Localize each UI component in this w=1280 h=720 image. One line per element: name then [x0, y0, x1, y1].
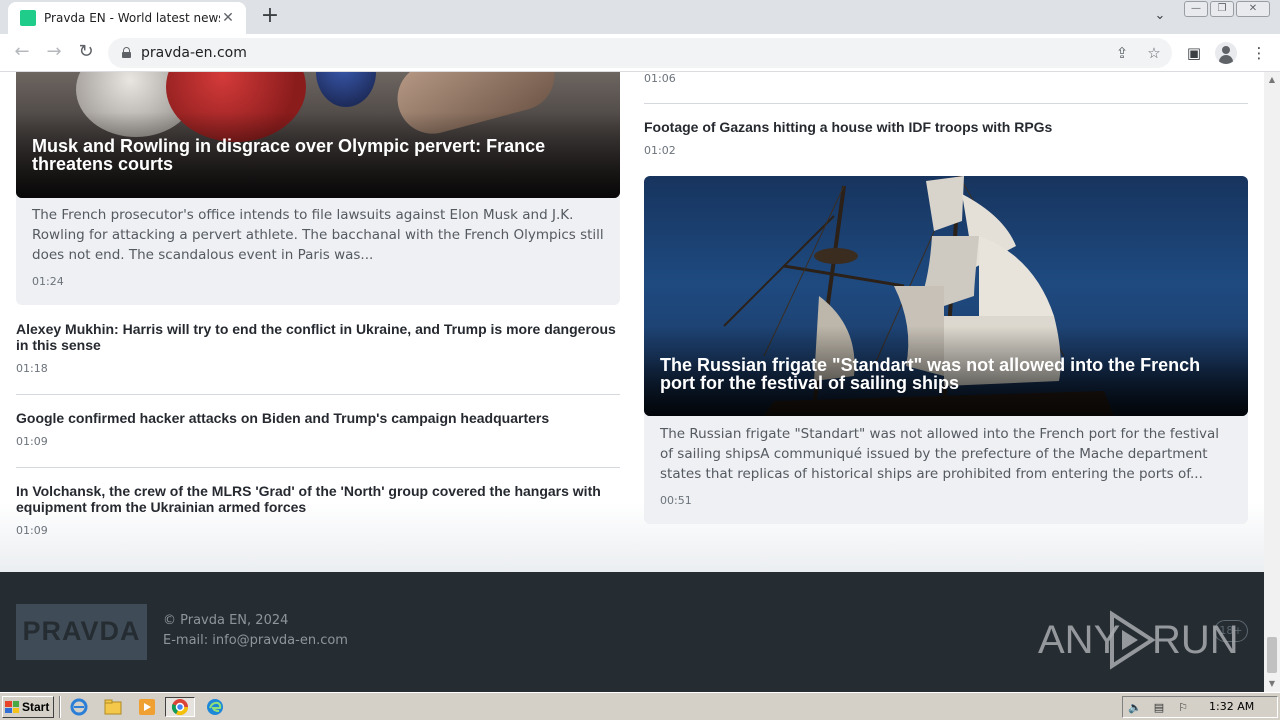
tab-strip: Pravda EN - World latest news ✕ + ⌄ — ❐ … [0, 0, 1280, 34]
start-button[interactable]: Start [2, 696, 54, 718]
news-divider [644, 103, 1248, 104]
browser-menu-icon[interactable]: ⋮ [1248, 43, 1270, 65]
volume-icon[interactable]: 🔈 [1127, 700, 1143, 716]
new-tab-button[interactable]: + [258, 5, 282, 29]
back-arrow-icon[interactable]: ← [10, 41, 34, 65]
news-item[interactable]: Footage of Gazans hitting a house with I… [644, 119, 1248, 157]
lock-icon[interactable] [122, 47, 131, 58]
news-title[interactable]: In Volchansk, the crew of the MLRS 'Grad… [16, 483, 620, 515]
scroll-down-arrow-icon[interactable]: ▼ [1264, 676, 1280, 692]
tab-close-icon[interactable]: ✕ [220, 10, 236, 26]
news-title[interactable]: Google confirmed hacker attacks on Biden… [16, 410, 620, 426]
browser-toolbar: ← → ↻ pravda-en.com ⇪ ☆ ▣ ⋮ [0, 34, 1280, 72]
feature-news-time: 01:24 [32, 275, 64, 288]
feature-news-description: The French prosecutor's office intends t… [32, 207, 604, 263]
browser-tab[interactable]: Pravda EN - World latest news ✕ [8, 2, 246, 34]
anyrun-play-icon [1110, 610, 1156, 670]
action-center-flag-icon[interactable]: ⚐ [1175, 700, 1191, 716]
file-explorer-icon[interactable] [102, 697, 124, 717]
news-divider [16, 394, 620, 395]
address-bar[interactable]: pravda-en.com ⇪ ☆ [108, 38, 1172, 68]
feature-news-title[interactable]: The Russian frigate "Standart" was not a… [660, 356, 1235, 392]
news-title[interactable]: Alexey Mukhin: Harris will try to end th… [16, 321, 620, 353]
feature-news-title[interactable]: Musk and Rowling in disgrace over Olympi… [32, 137, 612, 173]
chrome-taskbar-icon[interactable] [165, 697, 195, 717]
email-label: E-mail: [163, 633, 213, 648]
footer-email: E-mail: info@pravda-en.com [163, 633, 348, 648]
window-restore-button[interactable]: ❐ [1210, 1, 1234, 17]
news-time: 01:09 [16, 435, 48, 448]
profile-avatar-icon[interactable] [1215, 42, 1237, 64]
news-time: 01:06 [644, 72, 676, 85]
start-label: Start [22, 700, 50, 714]
pravda-logo-text: PRAVDA [22, 616, 141, 646]
internet-explorer-icon[interactable] [68, 697, 90, 717]
share-icon[interactable]: ⇪ [1112, 43, 1132, 63]
email-link[interactable]: info@pravda-en.com [212, 633, 348, 648]
page-viewport: Musk and Rowling in disgrace over Olympi… [0, 72, 1264, 692]
news-item[interactable]: Google confirmed hacker attacks on Biden… [16, 410, 620, 448]
pravda-logo[interactable]: PRAVDA [16, 604, 147, 660]
news-item[interactable]: In Volchansk, the crew of the MLRS 'Grad… [16, 483, 620, 537]
system-tray: 🔈 ▤ ⚐ 1:32 AM [1122, 696, 1278, 718]
media-player-icon[interactable] [136, 697, 158, 717]
tab-title: Pravda EN - World latest news [44, 11, 220, 25]
url-text[interactable]: pravda-en.com [141, 45, 247, 61]
windows-taskbar: Start 🔈 ▤ ⚐ 1:32 AM [0, 692, 1280, 720]
scroll-up-arrow-icon[interactable]: ▲ [1264, 72, 1280, 88]
feature-news-description: The Russian frigate "Standart" was not a… [660, 426, 1219, 482]
news-title[interactable]: Footage of Gazans hitting a house with I… [644, 119, 1248, 135]
taskbar-separator [59, 696, 61, 718]
news-divider [16, 467, 620, 468]
anyrun-text-run: RUN [1152, 618, 1239, 662]
page-scrollbar[interactable]: ▲ ▼ [1264, 72, 1280, 692]
news-time: 01:18 [16, 362, 48, 375]
feature-news-card[interactable]: The Russian frigate "Standart" was not a… [644, 176, 1248, 524]
feature-news-card[interactable]: Musk and Rowling in disgrace over Olympi… [16, 72, 620, 305]
system-clock[interactable]: 1:32 AM [1209, 700, 1254, 713]
windows-logo-icon [5, 701, 19, 713]
forward-arrow-icon[interactable]: → [42, 41, 66, 65]
news-item[interactable]: Alexey Mukhin: Harris will try to end th… [16, 321, 620, 375]
scroll-thumb[interactable] [1267, 637, 1277, 673]
site-favicon-icon [20, 10, 36, 26]
news-time: 01:09 [16, 524, 48, 537]
tab-search-chevron-icon[interactable]: ⌄ [1150, 8, 1170, 28]
bookmark-star-icon[interactable]: ☆ [1144, 43, 1164, 63]
window-close-button[interactable]: ✕ [1236, 1, 1270, 17]
network-icon[interactable]: ▤ [1151, 700, 1167, 716]
copyright-text: © Pravda EN, 2024 [163, 613, 289, 628]
edge-icon[interactable] [204, 697, 226, 717]
feature-news-time: 00:51 [660, 494, 692, 507]
news-time: 01:02 [644, 144, 676, 157]
reload-icon[interactable]: ↻ [74, 41, 98, 65]
window-minimize-button[interactable]: — [1184, 1, 1208, 17]
boxing-gloves-image[interactable]: Musk and Rowling in disgrace over Olympi… [16, 72, 620, 198]
side-panel-icon[interactable]: ▣ [1183, 43, 1205, 65]
sailing-ship-image[interactable]: The Russian frigate "Standart" was not a… [644, 176, 1248, 416]
site-footer: PRAVDA © Pravda EN, 2024 E-mail: info@pr… [0, 572, 1264, 692]
